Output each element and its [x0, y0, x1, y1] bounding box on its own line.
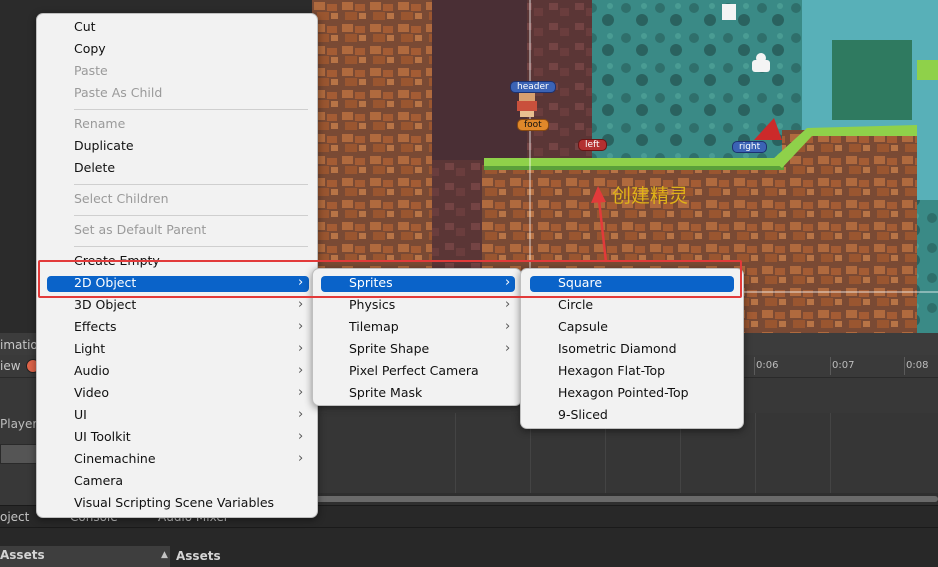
- ruler-tick: [830, 357, 831, 375]
- assets-folder-tree[interactable]: Assets ▲: [0, 546, 170, 567]
- context-menu: Cut Copy Paste Paste As Child Rename Dup…: [36, 13, 318, 518]
- menu-item-sprite-shape[interactable]: Sprite Shape ›: [349, 338, 513, 360]
- chevron-right-icon: ›: [298, 385, 304, 400]
- chevron-right-icon: ›: [505, 275, 511, 290]
- annotation-text: 创建精灵: [612, 185, 689, 207]
- menu-item-tilemap-label: Tilemap: [349, 319, 399, 334]
- collapse-triangle-icon[interactable]: ▲: [161, 550, 168, 560]
- menu-item-sprite-mask[interactable]: Sprite Mask: [349, 382, 422, 404]
- menu-item-effects[interactable]: Effects ›: [74, 316, 308, 338]
- menu-item-ui[interactable]: UI ›: [74, 404, 308, 426]
- menu-item-audio-label: Audio: [74, 363, 110, 378]
- menu-item-ui-toolkit[interactable]: UI Toolkit ›: [74, 426, 308, 448]
- menu-item-physics-label: Physics: [349, 297, 396, 312]
- submenu-sprites: Square Circle Capsule Isometric Diamond …: [520, 268, 744, 429]
- chevron-right-icon: ›: [298, 407, 304, 422]
- timeline-ruler[interactable]: 0:06 0:07 0:08: [742, 355, 938, 377]
- ruler-tick-label: 0:06: [756, 360, 779, 371]
- menu-item-video-label: Video: [74, 385, 110, 400]
- menu-separator: [74, 184, 308, 185]
- ruler-tick: [904, 357, 905, 375]
- menu-item-ui-toolkit-label: UI Toolkit: [74, 429, 131, 444]
- menu-item-2d-object[interactable]: 2D Object ›: [74, 272, 308, 294]
- menu-item-copy[interactable]: Copy: [74, 38, 106, 60]
- menu-item-select-children[interactable]: Select Children: [74, 188, 169, 210]
- chevron-right-icon: ›: [298, 341, 304, 356]
- chevron-right-icon: ›: [505, 297, 511, 312]
- left-label: left: [578, 139, 607, 151]
- grid-line: [755, 413, 756, 493]
- menu-item-3d-object-label: 3D Object: [74, 297, 137, 312]
- chevron-right-icon: ›: [298, 319, 304, 334]
- chevron-right-icon: ›: [298, 429, 304, 444]
- ruler-tick-label: 0:08: [906, 360, 929, 371]
- timeline-scrollbar[interactable]: [312, 493, 938, 505]
- menu-item-isometric-diamond[interactable]: Isometric Diamond: [558, 338, 677, 360]
- menu-item-camera[interactable]: Camera: [74, 470, 123, 492]
- menu-item-duplicate[interactable]: Duplicate: [74, 135, 134, 157]
- chevron-right-icon: ›: [505, 319, 511, 334]
- menu-item-paste[interactable]: Paste: [74, 60, 108, 82]
- assets-breadcrumb[interactable]: Assets: [176, 549, 221, 563]
- chevron-right-icon: ›: [505, 341, 511, 356]
- menu-item-effects-label: Effects: [74, 319, 117, 334]
- foot-label: foot: [517, 119, 549, 131]
- ruler-tick: [754, 357, 755, 375]
- preview-button[interactable]: iew: [0, 359, 21, 373]
- chevron-right-icon: ›: [298, 363, 304, 378]
- menu-item-sprite-shape-label: Sprite Shape: [349, 341, 430, 356]
- menu-item-3d-object[interactable]: 3D Object ›: [74, 294, 308, 316]
- menu-item-light[interactable]: Light ›: [74, 338, 308, 360]
- chevron-right-icon: ›: [298, 275, 304, 290]
- menu-item-audio[interactable]: Audio ›: [74, 360, 308, 382]
- menu-item-9-sliced[interactable]: 9-Sliced: [558, 404, 608, 426]
- menu-item-square[interactable]: Square: [558, 272, 602, 294]
- menu-item-circle[interactable]: Circle: [558, 294, 593, 316]
- menu-item-hexagon-flat-top[interactable]: Hexagon Flat-Top: [558, 360, 665, 382]
- menu-item-physics[interactable]: Physics ›: [349, 294, 513, 316]
- menu-separator: [74, 246, 308, 247]
- menu-separator: [74, 215, 308, 216]
- menu-item-hexagon-pointed-top[interactable]: Hexagon Pointed-Top: [558, 382, 689, 404]
- ruler-tick-label: 0:07: [832, 360, 855, 371]
- grid-line: [455, 413, 456, 493]
- menu-item-create-empty[interactable]: Create Empty: [74, 250, 160, 272]
- menu-item-capsule[interactable]: Capsule: [558, 316, 608, 338]
- menu-item-sprites-label: Sprites: [349, 275, 393, 290]
- submenu-2d-object: Sprites › Physics › Tilemap › Sprite Sha…: [312, 268, 522, 406]
- menu-separator: [74, 109, 308, 110]
- tab-project[interactable]: oject: [0, 510, 29, 524]
- menu-item-visual-scripting[interactable]: Visual Scripting Scene Variables: [74, 492, 274, 514]
- menu-item-paste-as-child[interactable]: Paste As Child: [74, 82, 162, 104]
- project-browser: Assets ▲ Assets: [0, 527, 938, 567]
- menu-item-rename[interactable]: Rename: [74, 113, 125, 135]
- menu-item-delete[interactable]: Delete: [74, 157, 115, 179]
- grid-line: [830, 413, 831, 493]
- assets-tree-title: Assets: [0, 548, 45, 562]
- menu-item-sprites[interactable]: Sprites ›: [349, 272, 513, 294]
- menu-item-light-label: Light: [74, 341, 106, 356]
- chevron-right-icon: ›: [298, 297, 304, 312]
- menu-item-video[interactable]: Video ›: [74, 382, 308, 404]
- property-field[interactable]: [0, 444, 38, 464]
- right-label: right: [732, 141, 768, 153]
- chevron-right-icon: ›: [298, 451, 304, 466]
- scrollbar-thumb[interactable]: [312, 496, 938, 502]
- menu-item-cut[interactable]: Cut: [74, 16, 96, 38]
- menu-item-cinemachine[interactable]: Cinemachine ›: [74, 448, 308, 470]
- menu-item-2d-object-label: 2D Object: [74, 275, 137, 290]
- menu-item-cinemachine-label: Cinemachine: [74, 451, 156, 466]
- header-label: header: [510, 81, 556, 93]
- menu-item-pixel-perfect-camera[interactable]: Pixel Perfect Camera: [349, 360, 479, 382]
- menu-item-ui-label: UI: [74, 407, 87, 422]
- menu-item-tilemap[interactable]: Tilemap ›: [349, 316, 513, 338]
- menu-item-set-default-parent[interactable]: Set as Default Parent: [74, 219, 206, 241]
